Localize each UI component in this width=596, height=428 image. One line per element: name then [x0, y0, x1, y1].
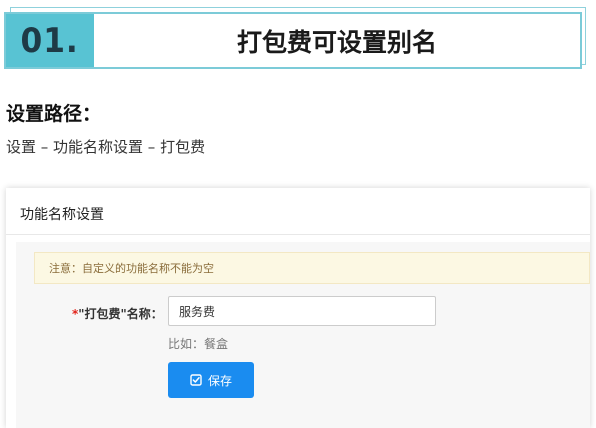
section-banner: 01. 打包费可设置别名 — [4, 12, 582, 69]
path-breadcrumb: 设置 – 功能名称设置 – 打包费 — [6, 138, 206, 156]
path-heading: 设置路径： — [6, 103, 102, 125]
check-square-icon — [190, 374, 202, 386]
section-number: 01. — [20, 20, 80, 61]
settings-panel: 功能名称设置 注意：自定义的功能名称不能为空 *"打包费"名称： 比如：餐盒 保… — [6, 188, 590, 428]
notice-text: 注意：自定义的功能名称不能为空 — [49, 262, 214, 275]
notice-alert: 注意：自定义的功能名称不能为空 — [34, 252, 590, 284]
field-hint: 比如：餐盒 — [168, 337, 229, 351]
section-title: 打包费可设置别名 — [236, 27, 437, 57]
packing-fee-name-input[interactable] — [168, 296, 436, 326]
panel-body: 注意：自定义的功能名称不能为空 *"打包费"名称： 比如：餐盒 保存 — [16, 242, 590, 428]
save-button[interactable]: 保存 — [168, 362, 254, 398]
panel-title: 功能名称设置 — [20, 207, 104, 223]
packing-fee-name-label: *"打包费"名称： — [72, 305, 163, 322]
panel-divider — [6, 234, 590, 235]
field-label-text: "打包费"名称： — [78, 307, 163, 321]
section-number-badge: 01. — [6, 14, 94, 67]
save-button-label: 保存 — [207, 373, 232, 388]
